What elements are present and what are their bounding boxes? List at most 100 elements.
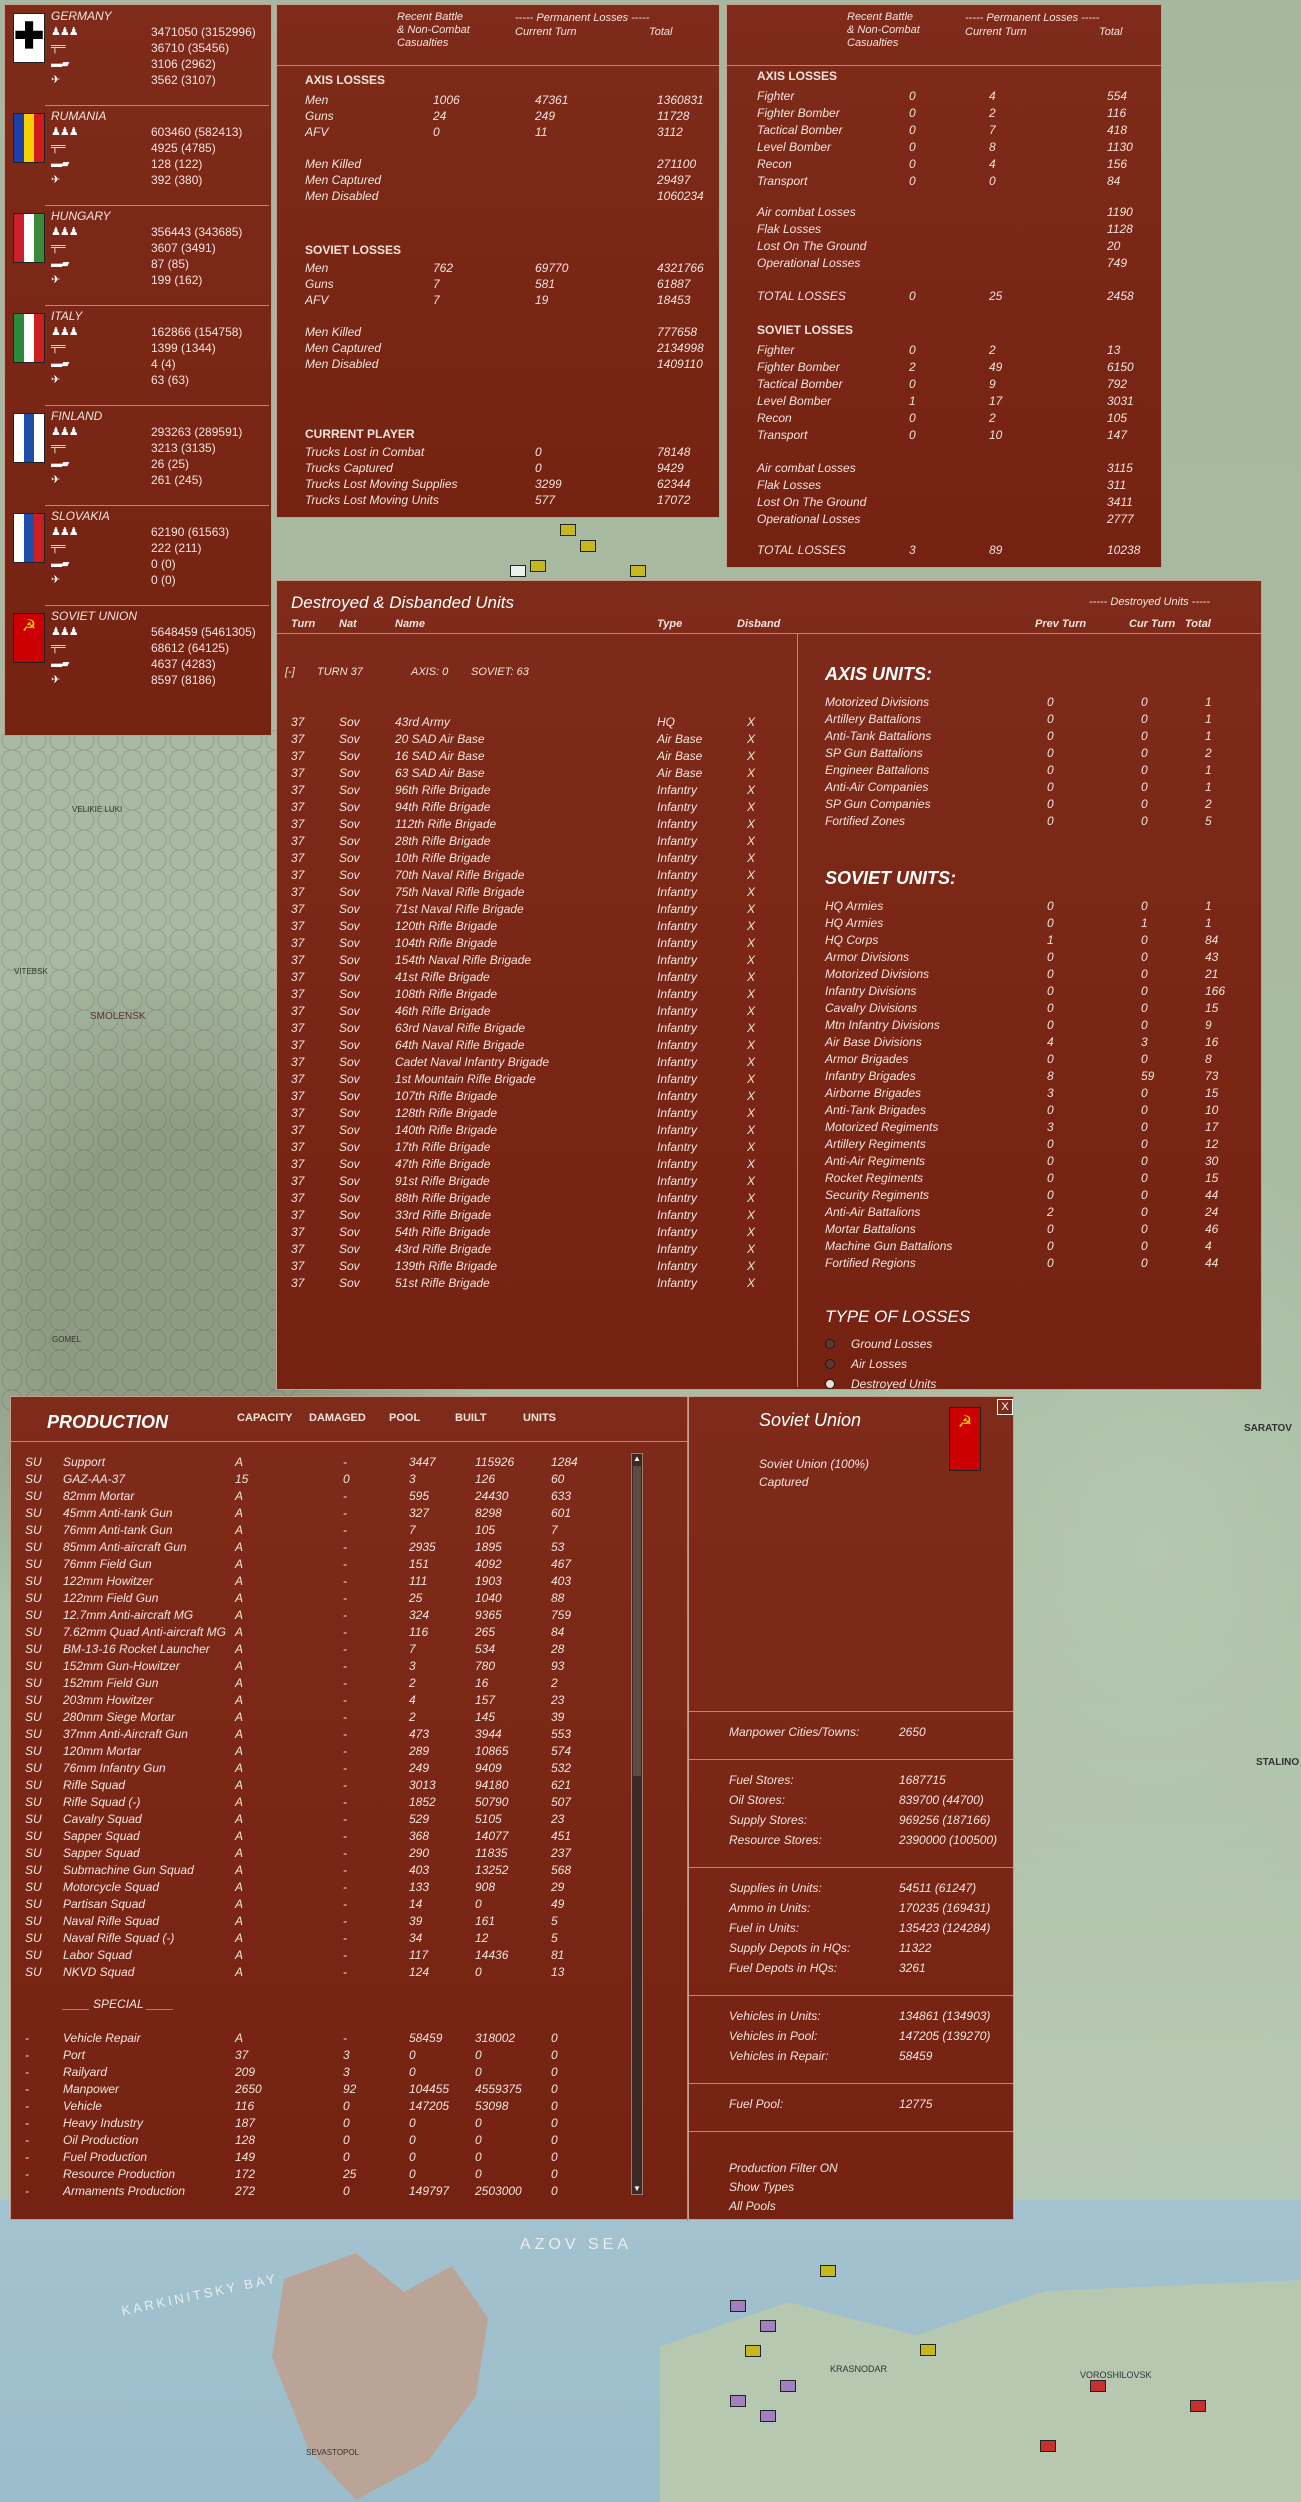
- production-cell[interactable]: 152mm Gun-Howitzer: [63, 1659, 180, 1673]
- destroyed-unit-cell[interactable]: Sov: [339, 817, 360, 831]
- production-cell[interactable]: -: [343, 1863, 347, 1877]
- destroyed-unit-cell[interactable]: Infantry: [657, 1004, 697, 1018]
- destroyed-unit-cell[interactable]: 37: [291, 1225, 304, 1239]
- production-cell[interactable]: SU: [25, 1897, 42, 1911]
- destroyed-unit-cell[interactable]: X: [747, 1106, 755, 1120]
- destroyed-unit-cell[interactable]: 37: [291, 732, 304, 746]
- destroyed-unit-cell[interactable]: 37: [291, 817, 304, 831]
- production-cell[interactable]: GAZ-AA-37: [63, 1472, 125, 1486]
- production-cell[interactable]: -: [343, 1795, 347, 1809]
- special-cell[interactable]: 92: [343, 2082, 356, 2096]
- production-cell[interactable]: -: [343, 1914, 347, 1928]
- soviet-link[interactable]: Show Types: [729, 2180, 794, 2194]
- destroyed-unit-cell[interactable]: X: [747, 902, 755, 916]
- map-unit-counter[interactable]: [560, 524, 576, 536]
- production-cell[interactable]: 532: [551, 1761, 571, 1775]
- map-unit-counter[interactable]: [630, 565, 646, 577]
- production-cell[interactable]: 451: [551, 1829, 571, 1843]
- map-unit-counter[interactable]: [580, 540, 596, 552]
- production-cell[interactable]: Rifle Squad (-): [63, 1795, 140, 1809]
- production-cell[interactable]: -: [343, 1642, 347, 1656]
- destroyed-unit-cell[interactable]: 37: [291, 1004, 304, 1018]
- production-cell[interactable]: -: [343, 1761, 347, 1775]
- destroyed-unit-cell[interactable]: 37: [291, 970, 304, 984]
- destroyed-unit-cell[interactable]: Sov: [339, 732, 360, 746]
- destroyed-unit-cell[interactable]: X: [747, 1140, 755, 1154]
- map-unit-counter[interactable]: [730, 2300, 746, 2312]
- production-cell[interactable]: -: [343, 1880, 347, 1894]
- destroyed-unit-cell[interactable]: Sov: [339, 970, 360, 984]
- destroyed-unit-cell[interactable]: Sov: [339, 953, 360, 967]
- destroyed-unit-cell[interactable]: Sov: [339, 1174, 360, 1188]
- special-cell[interactable]: 0: [409, 2133, 416, 2147]
- destroyed-unit-cell[interactable]: 139th Rifle Brigade: [395, 1259, 497, 1273]
- special-cell[interactable]: 2650: [235, 2082, 262, 2096]
- production-cell[interactable]: 11835: [475, 1846, 507, 1860]
- production-cell[interactable]: 780: [475, 1659, 495, 1673]
- destroyed-unit-cell[interactable]: Infantry: [657, 817, 697, 831]
- production-cell[interactable]: SU: [25, 1795, 42, 1809]
- type-option-label[interactable]: Destroyed Units: [851, 1377, 936, 1391]
- map-unit-counter[interactable]: [820, 2265, 836, 2277]
- destroyed-unit-cell[interactable]: 37: [291, 953, 304, 967]
- production-cell[interactable]: 2: [409, 1676, 416, 1690]
- destroyed-unit-cell[interactable]: X: [747, 1191, 755, 1205]
- destroyed-unit-cell[interactable]: Sov: [339, 1038, 360, 1052]
- production-cell[interactable]: -: [343, 1846, 347, 1860]
- special-cell[interactable]: Vehicle Repair: [63, 2031, 141, 2045]
- destroyed-unit-cell[interactable]: 37: [291, 766, 304, 780]
- destroyed-unit-cell[interactable]: Infantry: [657, 1106, 697, 1120]
- production-cell[interactable]: 4: [409, 1693, 416, 1707]
- production-cell[interactable]: 280mm Siege Mortar: [63, 1710, 175, 1724]
- destroyed-unit-cell[interactable]: Sov: [339, 1072, 360, 1086]
- special-cell[interactable]: 147205: [409, 2099, 449, 2113]
- destroyed-unit-cell[interactable]: Infantry: [657, 1089, 697, 1103]
- production-cell[interactable]: 2935: [409, 1540, 436, 1554]
- production-cell[interactable]: 85mm Anti-aircraft Gun: [63, 1540, 187, 1554]
- map-unit-counter[interactable]: [1090, 2380, 1106, 2392]
- special-cell[interactable]: -: [25, 2048, 29, 2062]
- destroyed-unit-cell[interactable]: 28th Rifle Brigade: [395, 834, 490, 848]
- production-cell[interactable]: -: [343, 1948, 347, 1962]
- production-cell[interactable]: A: [235, 1659, 243, 1673]
- destroyed-unit-cell[interactable]: Sov: [339, 1242, 360, 1256]
- special-cell[interactable]: 53098: [475, 2099, 508, 2113]
- destroyed-unit-cell[interactable]: X: [747, 817, 755, 831]
- type-option-label[interactable]: Air Losses: [851, 1357, 907, 1371]
- special-cell[interactable]: 0: [343, 2150, 350, 2164]
- production-cell[interactable]: SU: [25, 1625, 42, 1639]
- destroyed-unit-cell[interactable]: Infantry: [657, 1174, 697, 1188]
- destroyed-unit-cell[interactable]: Sov: [339, 1140, 360, 1154]
- special-cell[interactable]: Manpower: [63, 2082, 119, 2096]
- production-cell[interactable]: A: [235, 1625, 243, 1639]
- special-cell[interactable]: 0: [551, 2082, 558, 2096]
- production-cell[interactable]: -: [343, 1489, 347, 1503]
- production-cell[interactable]: BM-13-16 Rocket Launcher: [63, 1642, 210, 1656]
- destroyed-unit-cell[interactable]: Infantry: [657, 1038, 697, 1052]
- production-cell[interactable]: 7.62mm Quad Anti-aircraft MG: [63, 1625, 226, 1639]
- destroyed-unit-cell[interactable]: 37: [291, 987, 304, 1001]
- production-cell[interactable]: 25: [409, 1591, 422, 1605]
- destroyed-unit-cell[interactable]: 37: [291, 1021, 304, 1035]
- production-cell[interactable]: 3013: [409, 1778, 436, 1792]
- destroyed-unit-cell[interactable]: Sov: [339, 1157, 360, 1171]
- special-cell[interactable]: 3: [343, 2048, 350, 2062]
- destroyed-unit-cell[interactable]: Infantry: [657, 953, 697, 967]
- destroyed-unit-cell[interactable]: X: [747, 1055, 755, 1069]
- destroyed-unit-cell[interactable]: X: [747, 1259, 755, 1273]
- production-cell[interactable]: 5105: [475, 1812, 502, 1826]
- destroyed-unit-cell[interactable]: X: [747, 749, 755, 763]
- production-cell[interactable]: A: [235, 1455, 243, 1469]
- special-cell[interactable]: Heavy Industry: [63, 2116, 143, 2130]
- production-cell[interactable]: 473: [409, 1727, 429, 1741]
- special-cell[interactable]: -: [25, 2167, 29, 2181]
- production-cell[interactable]: 8298: [475, 1506, 502, 1520]
- production-cell[interactable]: A: [235, 1608, 243, 1622]
- special-cell[interactable]: 0: [551, 2065, 558, 2079]
- production-cell[interactable]: Submachine Gun Squad: [63, 1863, 194, 1877]
- destroyed-unit-cell[interactable]: 43rd Rifle Brigade: [395, 1242, 491, 1256]
- production-cell[interactable]: 529: [409, 1812, 429, 1826]
- special-cell[interactable]: 0: [475, 2167, 482, 2181]
- destroyed-unit-cell[interactable]: X: [747, 1123, 755, 1137]
- destroyed-unit-cell[interactable]: X: [747, 1276, 755, 1290]
